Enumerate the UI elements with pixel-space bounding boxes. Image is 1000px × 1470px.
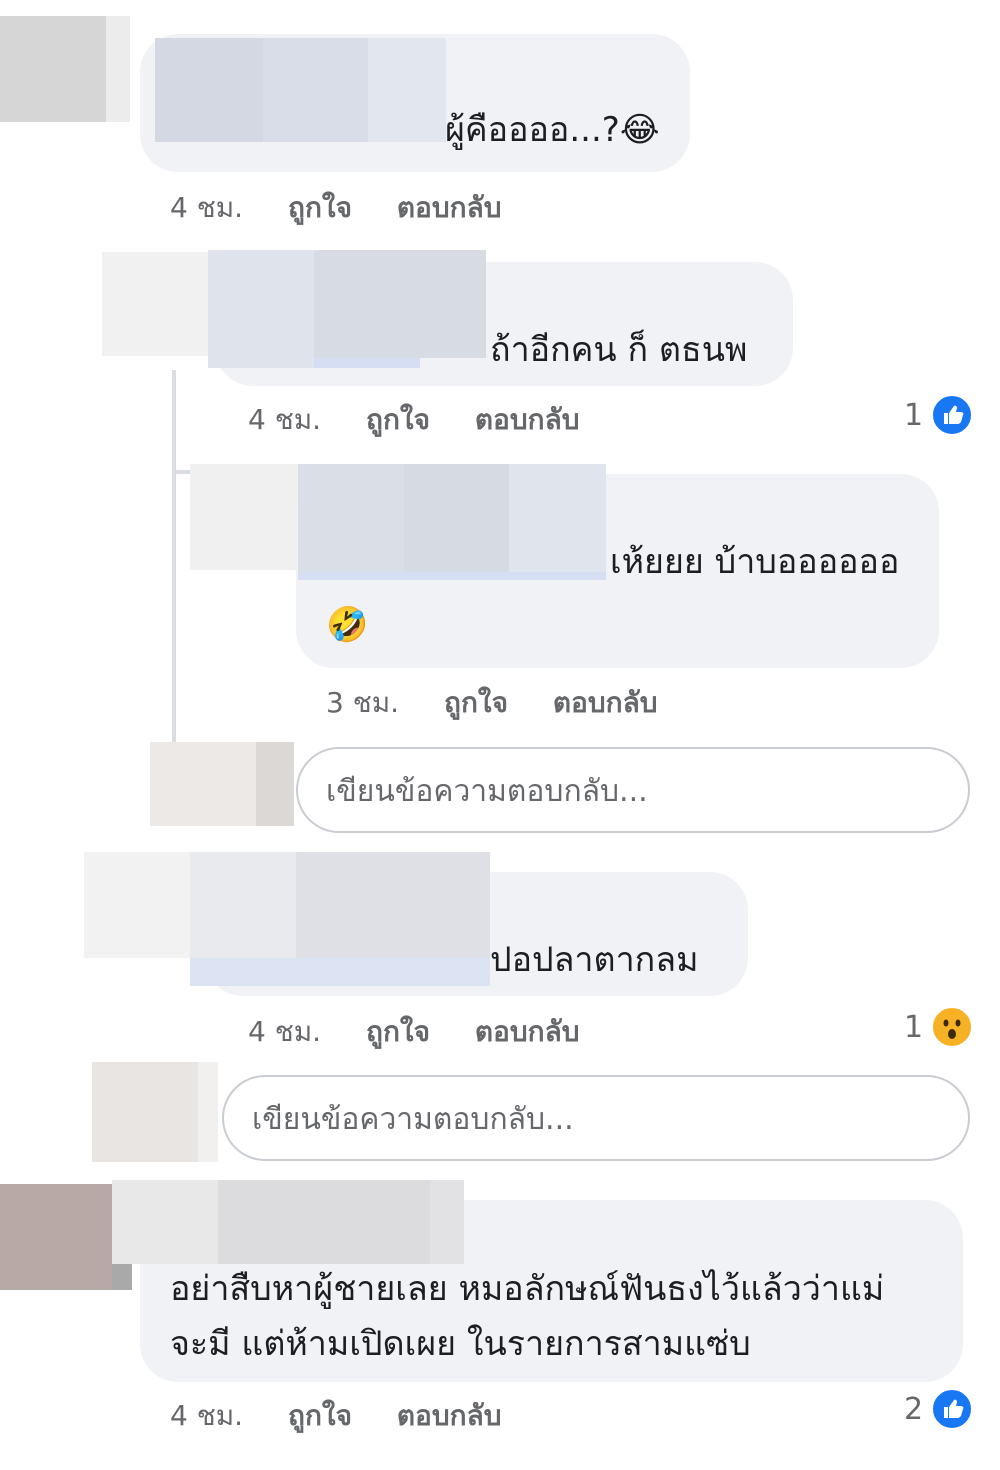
commenter-name-redacted[interactable] [190, 852, 296, 958]
reply-button[interactable]: ตอบกลับ [475, 403, 580, 436]
reaction-count[interactable]: 2 [904, 1392, 923, 1427]
like-icon[interactable] [931, 394, 973, 436]
comment-text: ถ้าอีกคน ก็ ตธนพ [490, 330, 748, 370]
comment-text: อย่าสืบหาผู้ชายเลย หมอลักษณ์ฟันธงไว้แล้ว… [170, 1269, 885, 1309]
avatar[interactable] [0, 1184, 112, 1290]
comment-time[interactable]: 4 ชม. [170, 191, 243, 224]
commenter-name-redacted [263, 38, 368, 142]
avatar[interactable] [0, 16, 106, 122]
reply-button[interactable]: ตอบกลับ [553, 686, 658, 719]
name-underline [298, 572, 606, 580]
avatar [150, 742, 256, 826]
comment-meta: 4 ชม. ถูกใจ ตอบกลับ [248, 398, 580, 442]
comment-text: ปอปลาตากลม [490, 940, 699, 980]
comment-time[interactable]: 3 ชม. [326, 686, 399, 719]
avatar-edge [256, 742, 294, 826]
thread-line [172, 370, 176, 745]
reply-input[interactable] [324, 749, 946, 833]
reaction-count[interactable]: 1 [904, 398, 923, 433]
comment-time[interactable]: 4 ชม. [248, 1015, 321, 1048]
commenter-name-redacted[interactable] [208, 250, 314, 368]
comment-emoji: 🤣 [326, 605, 369, 645]
reply-button[interactable]: ตอบกลับ [397, 1399, 502, 1432]
comment-text: ผู้คืออออ...?😂 [445, 110, 660, 150]
avatar[interactable] [102, 252, 208, 356]
wow-icon[interactable] [931, 1006, 973, 1048]
avatar[interactable] [84, 852, 190, 958]
comment-time[interactable]: 4 ชม. [170, 1399, 243, 1432]
commenter-name-redacted [314, 250, 486, 358]
avatar [92, 1062, 198, 1162]
commenter-name-redacted[interactable] [155, 38, 263, 142]
comment-meta: 3 ชม. ถูกใจ ตอบกลับ [326, 681, 658, 725]
reply-button[interactable]: ตอบกลับ [475, 1015, 580, 1048]
commenter-name-redacted [218, 1180, 430, 1264]
like-button[interactable]: ถูกใจ [288, 191, 352, 224]
commenter-name-redacted [368, 38, 446, 142]
comment-time[interactable]: 4 ชม. [248, 403, 321, 436]
like-button[interactable]: ถูกใจ [288, 1399, 352, 1432]
commenter-name-redacted[interactable] [298, 464, 404, 572]
commenter-name-redacted [404, 464, 509, 572]
comment-meta: 4 ชม. ถูกใจ ตอบกลับ [248, 1010, 580, 1054]
like-button[interactable]: ถูกใจ [366, 1015, 430, 1048]
like-icon[interactable] [931, 1388, 973, 1430]
reply-input-box[interactable] [222, 1075, 970, 1161]
reaction-count[interactable]: 1 [904, 1010, 923, 1045]
name-underline [314, 358, 420, 368]
avatar-edge [198, 1062, 218, 1162]
commenter-name-redacted [430, 1180, 464, 1264]
reply-input-box[interactable] [296, 747, 970, 833]
comment-text-line2: จะมี แต่ห้ามเปิดเผย ในรายการสามแซ่บ [170, 1324, 751, 1364]
name-underline [190, 958, 490, 986]
commenter-name-redacted [509, 464, 606, 572]
reply-input[interactable] [250, 1077, 946, 1161]
reply-button[interactable]: ตอบกลับ [397, 191, 502, 224]
like-button[interactable]: ถูกใจ [444, 686, 508, 719]
avatar-edge [112, 1264, 132, 1290]
comment-meta: 4 ชม. ถูกใจ ตอบกลับ [170, 1394, 502, 1438]
avatar[interactable] [190, 464, 298, 570]
commenter-name-redacted [296, 852, 490, 958]
comment-text: เห้ยยย บ้าบออออออ [610, 542, 900, 582]
avatar-edge [106, 16, 130, 122]
commenter-name-redacted[interactable] [112, 1180, 218, 1264]
comment-meta: 4 ชม. ถูกใจ ตอบกลับ [170, 186, 502, 230]
like-button[interactable]: ถูกใจ [366, 403, 430, 436]
